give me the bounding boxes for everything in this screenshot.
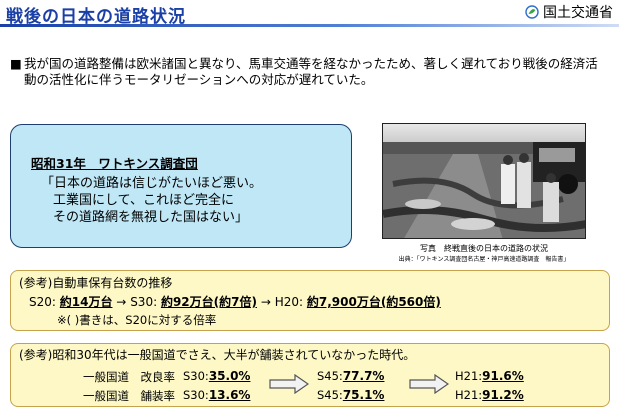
watkins-callout: 昭和31年 ワトキンス調査団 「日本の道路は信じがたいほど悪い。 工業国にして、…	[10, 124, 352, 248]
road-heading: (参考)昭和30年代は一般国道でさえ、大半が舗装されていなかった時代。	[19, 348, 416, 362]
vehicle-trend-row: S20: 約14万台 → S30: 約92万台(約7倍) → H20: 約7,9…	[29, 293, 441, 310]
s30-label: S30:	[130, 295, 158, 309]
vehicle-ownership-box: (参考)自動車保有台数の推移 S20: 約14万台 → S30: 約92万台(約…	[10, 270, 610, 331]
h21-value: 91.6%	[482, 369, 524, 383]
s45-value: 75.1%	[342, 388, 385, 402]
h20-value: 約7,900万台(約560倍)	[306, 295, 441, 309]
s20-label: S20:	[29, 295, 56, 309]
leaf-logo-icon	[525, 5, 539, 19]
quote-line: 「日本の道路は信じがたいほど悪い。	[41, 176, 263, 191]
row-label-paving: 一般国道 舗装率	[83, 389, 175, 403]
s45-value: 77.7%	[342, 369, 385, 383]
h21-label: H21:	[455, 369, 483, 383]
quote-line: 工業国にして、これほど完全に	[53, 193, 234, 208]
s30-value: 13.6%	[208, 388, 251, 402]
s30-value: 約92万台(約7倍)	[160, 295, 257, 309]
paving-s30: S30:13.6%	[183, 388, 250, 402]
trend-arrow: →	[260, 295, 271, 309]
road-photo-image	[383, 124, 585, 238]
s30-label: S30:	[183, 388, 209, 402]
improvement-s30: S30:35.0%	[183, 369, 250, 383]
s20-value: 約14万台	[59, 295, 113, 309]
h21-label: H21:	[455, 388, 483, 402]
quote-line: その道路網を無視した国はない」	[53, 210, 249, 225]
right-arrow-icon	[409, 374, 449, 394]
s30-value: 35.0%	[208, 369, 251, 383]
s45-label: S45:	[317, 369, 343, 383]
bullet-marker: ■	[10, 56, 22, 71]
h20-label: H20:	[274, 295, 304, 309]
trend-arrow: →	[116, 295, 127, 309]
callout-quote: 「日本の道路は信じがたいほど悪い。 工業国にして、これほど完全に その道路網を無…	[41, 175, 262, 226]
h21-value: 91.2%	[482, 388, 524, 402]
vehicle-heading: (参考)自動車保有台数の推移	[19, 276, 173, 290]
title-underline	[0, 24, 619, 27]
s45-label: S45:	[317, 388, 343, 402]
photo-caption: 写真 終戦直後の日本の道路の状況	[420, 244, 548, 253]
road-paving-box: (参考)昭和30年代は一般国道でさえ、大半が舗装されていなかった時代。 一般国道…	[10, 343, 610, 407]
lead-paragraph: ■ 我が国の道路整備は欧米諸国と異なり、馬車交通等を経なかったため、著しく遅れて…	[10, 56, 610, 88]
s30-label: S30:	[183, 369, 209, 383]
road-photo	[382, 123, 586, 239]
improvement-h21: H21:91.6%	[455, 369, 524, 383]
lead-text: 我が国の道路整備は欧米諸国と異なり、馬車交通等を経なかったため、著しく遅れており…	[24, 56, 598, 87]
row-label-improvement: 一般国道 改良率	[83, 370, 175, 384]
vehicle-note: ※( )書きは、S20に対する倍率	[57, 313, 217, 327]
photo-source: 出典：「ワトキンス調査団名古屋・神戸高速道路調査 報告書」	[398, 256, 570, 263]
right-arrow-icon	[269, 374, 309, 394]
ministry-name: 国土交通省	[543, 5, 613, 21]
paving-h21: H21:91.2%	[455, 388, 524, 402]
ministry-logo: 国土交通省	[525, 2, 613, 22]
callout-heading: 昭和31年 ワトキンス調査団	[31, 156, 198, 171]
paving-s45: S45:75.1%	[317, 388, 384, 402]
improvement-s45: S45:77.7%	[317, 369, 384, 383]
